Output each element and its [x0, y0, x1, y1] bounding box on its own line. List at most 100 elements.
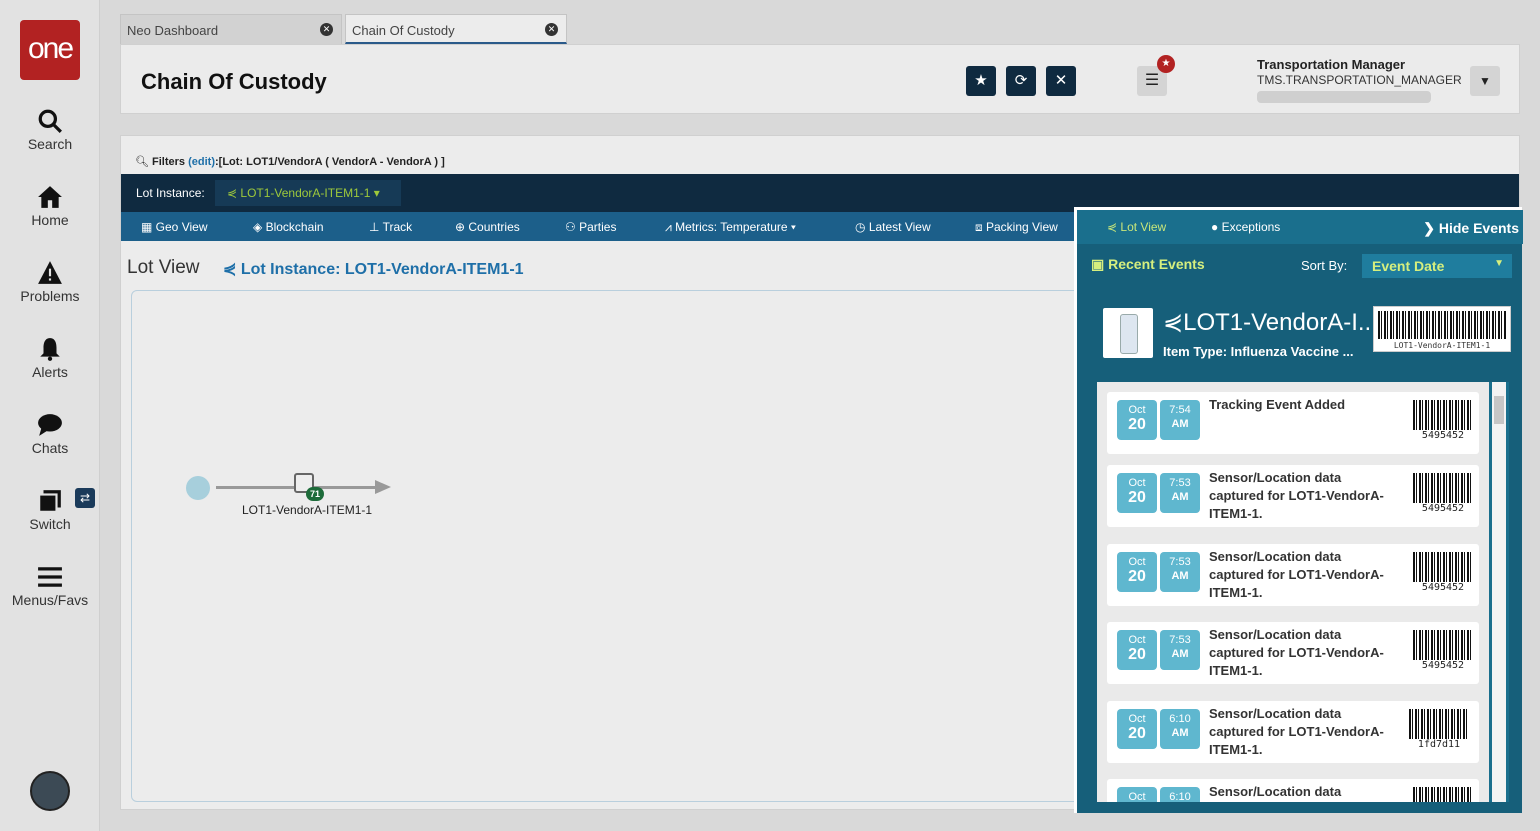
lot-graph-canvas[interactable]: 71 LOT1-VendorA-ITEM1-1 — [131, 290, 1091, 802]
events-scrollbar[interactable] — [1492, 382, 1506, 802]
chevron-right-icon: ❯ — [1423, 220, 1439, 236]
filters-bar: 🔍︎ Filters (edit):[Lot: LOT1/VendorA ( V… — [135, 155, 445, 168]
event-day: 20 — [1128, 568, 1146, 585]
sidebar-item-problems[interactable]: Problems — [0, 260, 100, 304]
pin-icon: ⊥ — [369, 220, 383, 234]
recent-events-heading: ▣ Recent Events — [1091, 256, 1205, 273]
tab-countries[interactable]: ⊕ Countries — [455, 220, 520, 234]
caret-down-icon: ▾ — [787, 220, 796, 234]
refresh-icon: ⟳ — [1014, 72, 1028, 89]
chevron-down-icon: ▼ — [1479, 74, 1491, 88]
item-type: Item Type: Influenza Vaccine ... — [1163, 344, 1354, 359]
caret-down-icon: ▾ — [373, 186, 380, 200]
sidebar-item-label: Chats — [31, 440, 69, 456]
sidebar-item-label: Switch — [29, 516, 71, 532]
event-barcode-text: 5495452 — [1421, 430, 1465, 441]
sort-by-select[interactable]: Event Date ▼ — [1362, 254, 1512, 278]
event-time: 7:53 AM — [1160, 473, 1200, 513]
refresh-button[interactable]: ⟳ — [1006, 66, 1036, 96]
event-time-value: 7:53 — [1169, 477, 1191, 489]
event-time: 6:10 AM — [1160, 709, 1200, 749]
caret-down-icon: ▼ — [1494, 258, 1504, 269]
event-card[interactable]: Oct20 6:10AM Sensor/Location data — [1107, 779, 1479, 802]
event-text: Sensor/Location data captured for LOT1-V… — [1209, 627, 1384, 678]
tab-metrics[interactable]: ⩘ Metrics: Temperature ▾ — [665, 220, 796, 235]
tab-exceptions[interactable]: ● Exceptions — [1211, 220, 1280, 234]
sort-by-label: Sort By: — [1301, 258, 1348, 273]
tab-chain-of-custody[interactable]: Chain Of Custody ✕ — [345, 14, 567, 44]
barcode-bars — [1413, 552, 1473, 582]
map-icon: ▦ — [141, 220, 156, 234]
start-node[interactable] — [186, 476, 210, 500]
tab-packing-view[interactable]: ⧈ Packing View — [975, 220, 1058, 235]
barcode-bars — [1413, 630, 1473, 660]
home-icon — [38, 186, 62, 208]
lot-instance-value: LOT1-VendorA-ITEM1-1 — [240, 186, 371, 200]
events-list-container: Oct 20 7:54 AM Tracking Event Added 549545… — [1097, 382, 1509, 802]
event-card[interactable]: Oct 20 7:54 AM Tracking Event Added 549545… — [1107, 392, 1479, 454]
tab-blockchain[interactable]: ◈ Blockchain — [253, 220, 324, 234]
close-icon[interactable]: ✕ — [545, 23, 558, 36]
event-card[interactable]: Oct 20 7:53 AM Sensor/Location data captur… — [1107, 544, 1479, 606]
close-icon[interactable]: ✕ — [320, 23, 333, 36]
hide-events-button[interactable]: ❯ Hide Events — [1423, 220, 1519, 237]
event-date: Oct20 — [1117, 630, 1157, 670]
event-time: 7:54 AM — [1160, 400, 1200, 440]
switch-arrows-icon[interactable]: ⇄ — [75, 488, 95, 508]
user-avatar[interactable] — [30, 771, 70, 811]
sidebar-item-search[interactable]: Search — [0, 108, 100, 152]
lot-instance-heading-text: Lot Instance: LOT1-VendorA-ITEM1-1 — [240, 261, 524, 278]
tab-label: Track — [382, 220, 413, 234]
tab-track[interactable]: ⊥ Track — [369, 220, 412, 234]
favorite-button[interactable]: ★ — [966, 66, 996, 96]
favorites-star-icon: ★ — [1157, 55, 1175, 73]
user-menu-dropdown[interactable]: ▼ — [1470, 66, 1500, 96]
tab-neo-dashboard[interactable]: Neo Dashboard ✕ — [120, 14, 342, 44]
event-date: Oct20 — [1117, 552, 1157, 592]
filters-edit-link[interactable]: (edit) — [188, 156, 215, 168]
event-month: Oct — [1128, 713, 1146, 725]
tab-lot-view[interactable]: ⋞ Lot View — [1107, 220, 1166, 234]
close-page-button[interactable]: ✕ — [1046, 66, 1076, 96]
sidebar-item-alerts[interactable]: Alerts — [0, 336, 100, 380]
tab-label: Lot View — [1120, 220, 1167, 234]
tab-latest-view[interactable]: ◷ Latest View — [855, 220, 931, 234]
event-card[interactable]: Oct 20 7:53 AM Sensor/Location data captur… — [1107, 622, 1479, 684]
bell-icon — [40, 338, 60, 361]
sidebar-item-label: Search — [27, 136, 73, 152]
event-barcode: 5495452 — [1413, 630, 1473, 671]
sidebar-item-home[interactable]: Home — [0, 184, 100, 228]
one-logo[interactable]: one — [20, 20, 80, 80]
sidebar-item-menus[interactable]: Menus/Favs — [0, 564, 100, 608]
search-icon: 🔍︎ — [135, 156, 149, 168]
event-text: Sensor/Location data captured for LOT1-V… — [1209, 706, 1384, 757]
page-title: Chain Of Custody — [141, 69, 327, 94]
lot-instance-select[interactable]: ⋞ LOT1-VendorA-ITEM1-1 ▾ — [215, 180, 401, 206]
sidebar: one Search Home Problems Alerts Chats Sw… — [0, 0, 100, 831]
sidebar-item-chats[interactable]: Chats — [0, 412, 100, 456]
tab-label: Parties — [579, 220, 617, 234]
user-blurred-info — [1257, 91, 1431, 103]
alert-circle-icon: ● — [1211, 220, 1222, 234]
tab-parties[interactable]: ⚇ Parties — [565, 220, 616, 234]
event-time-value: 6:10 — [1169, 791, 1191, 802]
scrollbar-thumb[interactable] — [1494, 396, 1504, 424]
share-icon: ⋞ — [1107, 220, 1121, 234]
events-list[interactable]: Oct 20 7:54 AM Tracking Event Added 549545… — [1097, 382, 1489, 802]
barcode-bars — [1413, 473, 1473, 503]
vaccine-vial-image — [1103, 308, 1153, 358]
dropbox-icon: ⧈ — [975, 220, 986, 234]
tab-label: Neo Dashboard — [127, 23, 219, 38]
chart-icon: ⩘ — [665, 220, 676, 234]
event-time: 7:53 AM — [1160, 552, 1200, 592]
event-card[interactable]: Oct 20 7:53 AM Sensor/Location data captur… — [1107, 465, 1479, 527]
event-month: Oct — [1128, 791, 1146, 802]
event-card[interactable]: Oct 20 6:10 AM Sensor/Location data captur… — [1107, 701, 1479, 763]
barcode-bars — [1413, 400, 1473, 430]
event-time-value: 7:53 — [1169, 634, 1191, 646]
arrow-icon — [375, 480, 391, 494]
tab-geo-view[interactable]: ▦ Geo View — [141, 220, 207, 234]
filters-label: Filters — [152, 156, 186, 168]
globe-icon: ⊕ — [455, 220, 469, 234]
sidebar-item-label: Problems — [20, 288, 80, 304]
